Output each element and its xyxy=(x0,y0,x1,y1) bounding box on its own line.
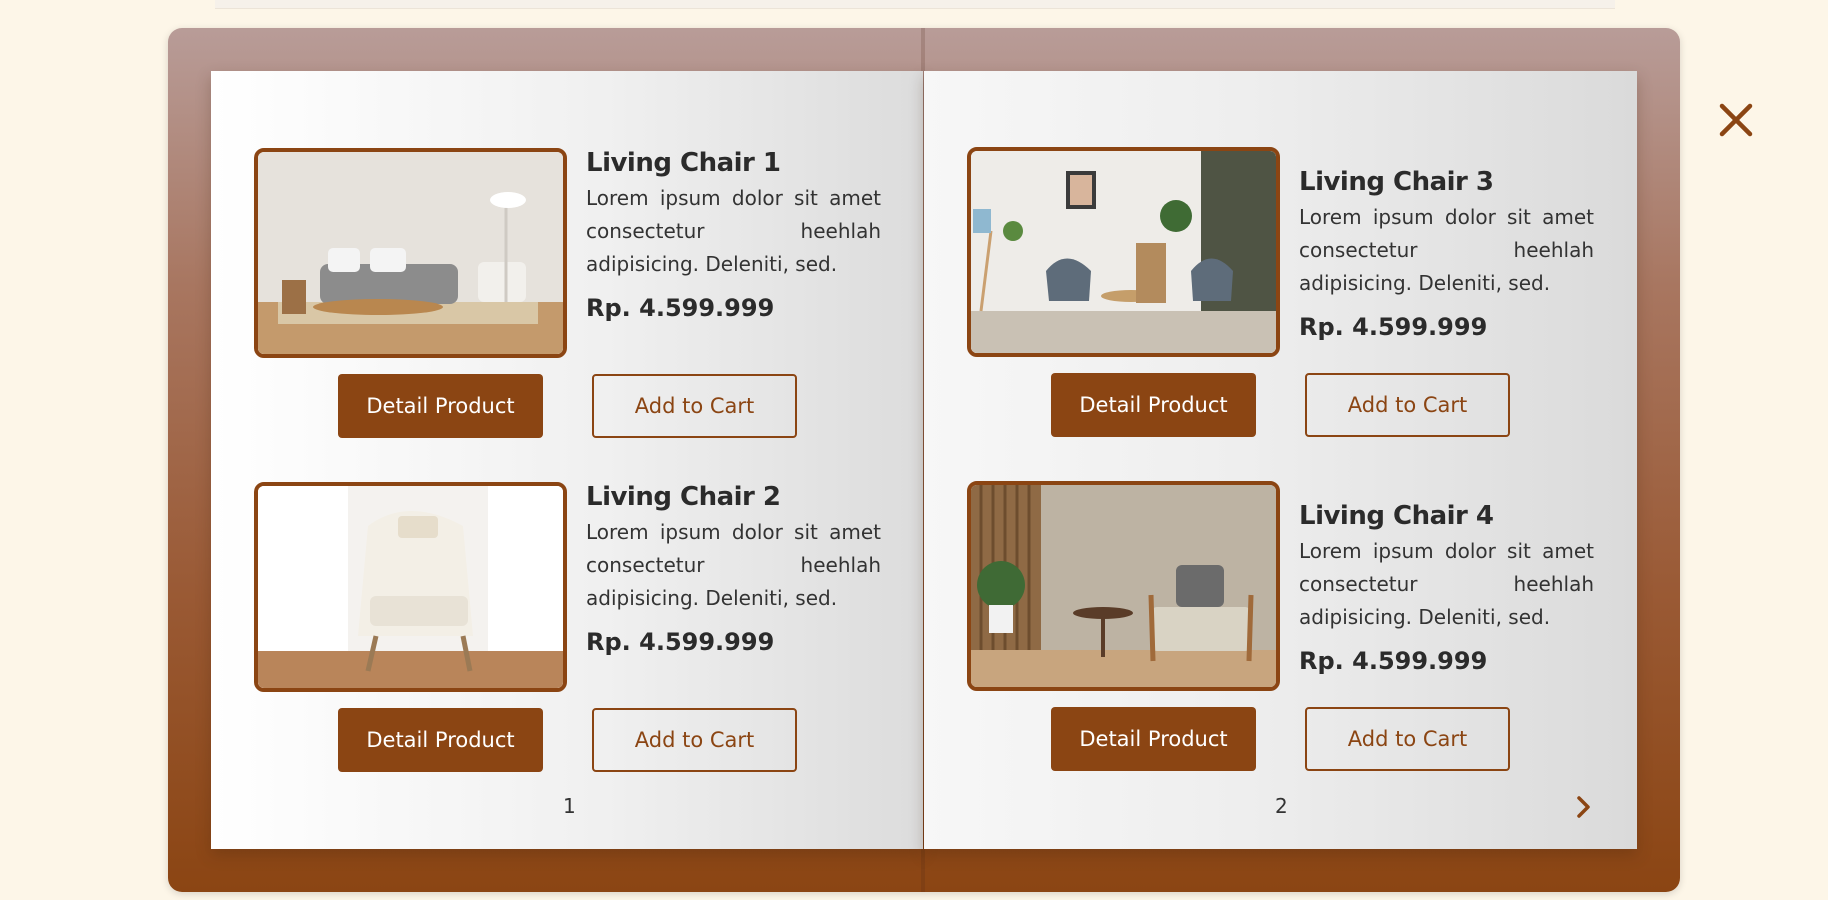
close-button[interactable] xyxy=(1716,100,1756,140)
product-price: Rp. 4.599.999 xyxy=(1299,313,1488,341)
product-description: Lorem ipsum dolor sit amet consectetur h… xyxy=(1299,539,1594,629)
product-price: Rp. 4.599.999 xyxy=(586,294,775,322)
catalog-page-right: Living Chair 3 Lorem ipsum dolor sit ame… xyxy=(924,71,1637,849)
product-image-2[interactable] xyxy=(254,482,567,692)
top-strip xyxy=(215,0,1615,9)
product-title: Living Chair 1 xyxy=(586,148,781,178)
product-price: Rp. 4.599.999 xyxy=(1299,647,1488,675)
product-title: Living Chair 2 xyxy=(586,482,781,512)
add-to-cart-button[interactable]: Add to Cart xyxy=(1305,373,1510,437)
product-title: Living Chair 3 xyxy=(1299,167,1494,197)
product-image-4[interactable] xyxy=(967,481,1280,691)
product-card-2: Living Chair 2 Lorem ipsum dolor sit ame… xyxy=(254,482,894,772)
add-to-cart-button[interactable]: Add to Cart xyxy=(1305,707,1510,771)
product-price: Rp. 4.599.999 xyxy=(586,628,775,656)
chevron-right-icon xyxy=(1577,796,1590,818)
close-icon xyxy=(1719,103,1753,137)
detail-product-button[interactable]: Detail Product xyxy=(338,374,543,438)
product-image-1[interactable] xyxy=(254,148,567,358)
product-title: Living Chair 4 xyxy=(1299,501,1494,531)
product-card-1: Living Chair 1 Lorem ipsum dolor sit ame… xyxy=(254,148,894,438)
detail-product-button[interactable]: Detail Product xyxy=(1051,707,1256,771)
catalog-page-left: Living Chair 1 Lorem ipsum dolor sit ame… xyxy=(211,71,923,849)
product-card-3: Living Chair 3 Lorem ipsum dolor sit ame… xyxy=(967,147,1607,437)
detail-product-button[interactable]: Detail Product xyxy=(1051,373,1256,437)
add-to-cart-button[interactable]: Add to Cart xyxy=(592,374,797,438)
page-number: 1 xyxy=(563,794,576,818)
page-number: 2 xyxy=(1275,794,1288,818)
next-page-button[interactable] xyxy=(1573,794,1595,820)
product-description: Lorem ipsum dolor sit amet consectetur h… xyxy=(1299,205,1594,295)
detail-product-button[interactable]: Detail Product xyxy=(338,708,543,772)
product-card-4: Living Chair 4 Lorem ipsum dolor sit ame… xyxy=(967,481,1607,771)
add-to-cart-button[interactable]: Add to Cart xyxy=(592,708,797,772)
product-description: Lorem ipsum dolor sit amet consectetur h… xyxy=(586,186,881,276)
product-description: Lorem ipsum dolor sit amet consectetur h… xyxy=(586,520,881,610)
product-image-3[interactable] xyxy=(967,147,1280,357)
